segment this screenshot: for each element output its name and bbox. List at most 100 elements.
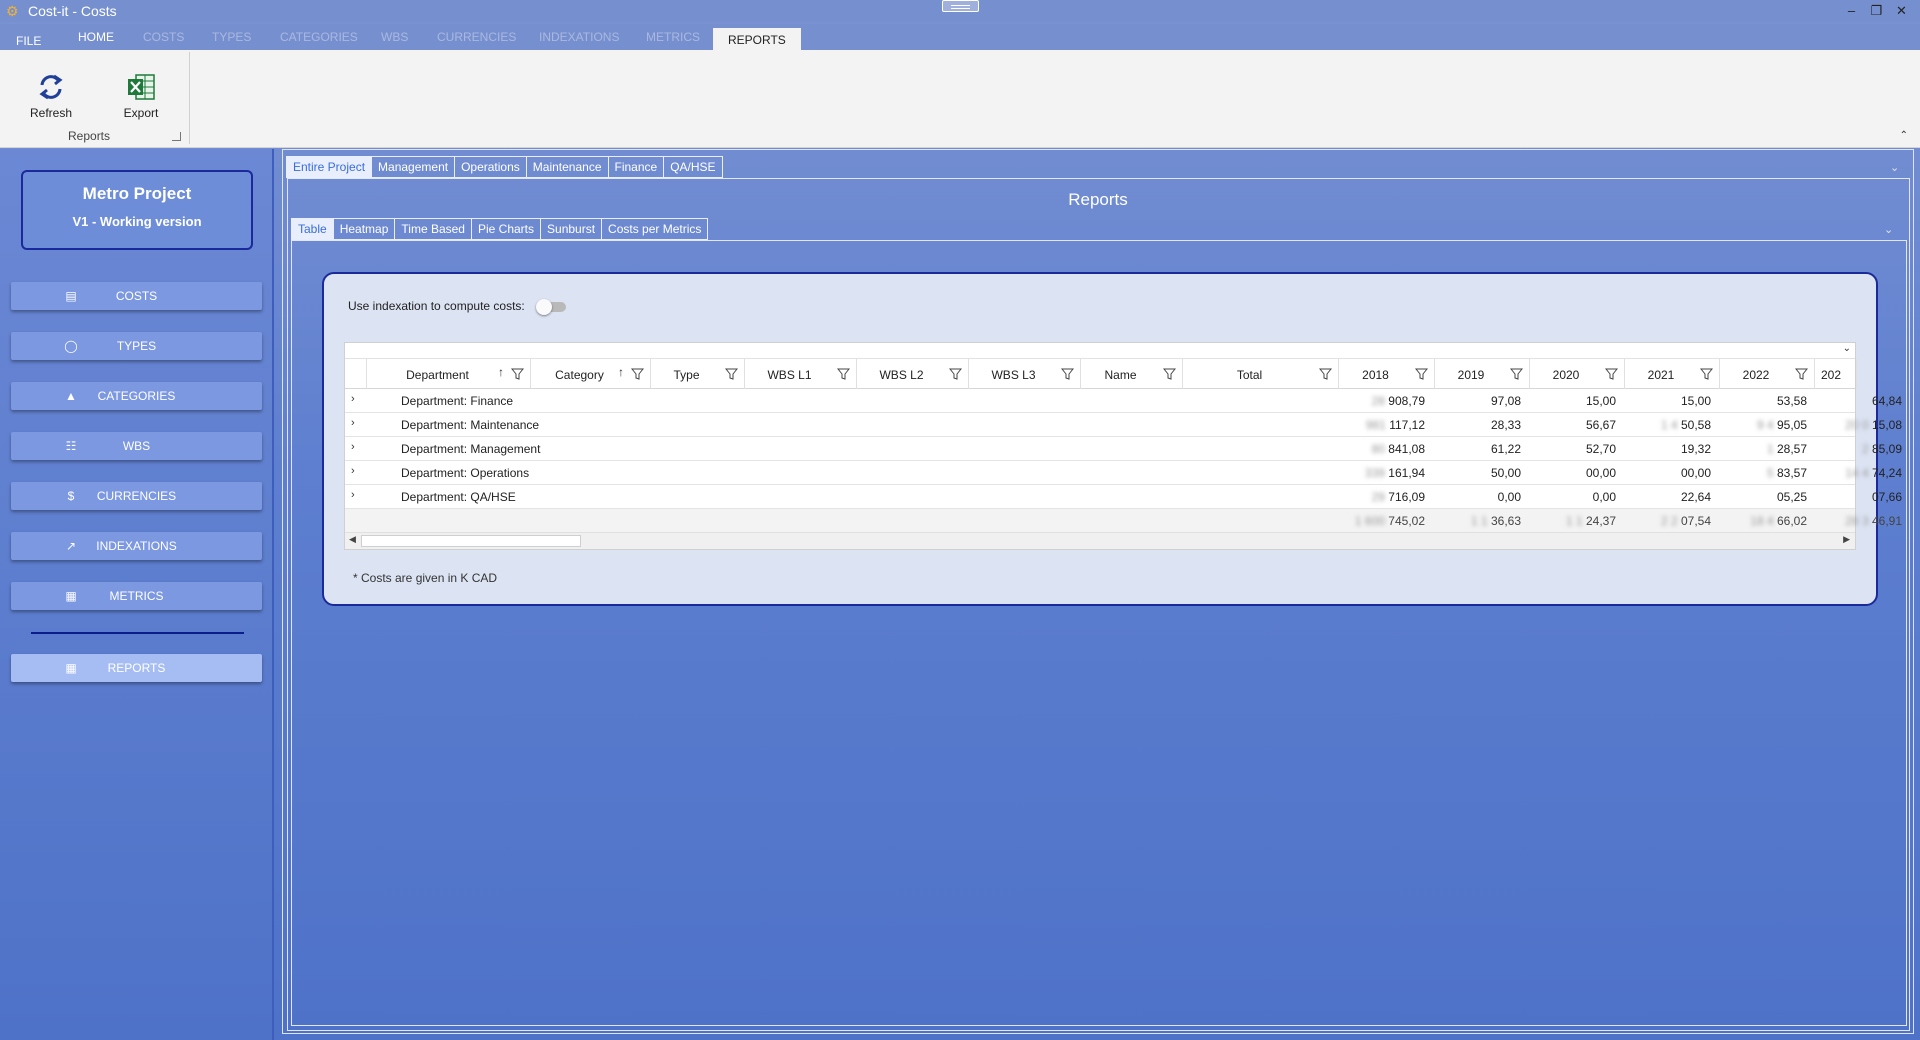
tab-sunburst[interactable]: Sunburst [541,218,603,240]
drag-grip-handle[interactable] [942,0,979,12]
expand-row-chevron-icon[interactable]: › [351,417,355,429]
scroll-left-icon[interactable]: ◀ [349,534,356,545]
filter-icon[interactable] [1509,368,1524,380]
tab-reports[interactable]: REPORTS [713,28,801,50]
window-title: Cost-it - Costs [28,3,117,19]
scroll-right-icon[interactable]: ▶ [1843,534,1850,545]
tab-qa-hse[interactable]: QA/HSE [664,156,723,178]
tab-wbs[interactable]: WBS [381,30,408,44]
nav-costs-button[interactable]: ▤ COSTS [11,282,262,310]
column-header-label: 2022 [1742,368,1770,382]
tab-maintenance[interactable]: Maintenance [526,156,609,178]
chevron-down-icon[interactable]: ⌄ [1843,343,1851,354]
column-header[interactable]: 202 [1815,359,1857,389]
column-header[interactable]: 2019 [1435,359,1530,389]
nav-indexations-button[interactable]: ↗ INDEXATIONS [11,532,262,560]
column-header[interactable]: 2020 [1530,359,1625,389]
refresh-button[interactable]: Refresh [18,70,84,120]
nav-reports-button[interactable]: ▦ REPORTS [11,654,262,682]
tab-table[interactable]: Table [291,218,334,240]
sort-ascending-icon[interactable]: ↑ [618,365,624,379]
tab-home[interactable]: HOME [78,30,114,44]
filter-icon[interactable] [1699,368,1714,380]
tab-types[interactable]: TYPES [212,30,251,44]
tab-file[interactable]: FILE [16,34,41,48]
horizontal-scrollbar[interactable]: ◀ ▶ [345,533,1855,549]
column-header[interactable]: Name [1081,359,1183,389]
row-group-label: Department: Maintenance [401,418,540,432]
sort-ascending-icon[interactable]: ↑ [498,365,504,379]
filter-icon[interactable] [724,368,739,380]
close-button[interactable]: ✕ [1889,2,1914,20]
table-row[interactable]: › Department: Finance 28 908,79 97,08 15,0… [345,389,1902,413]
expand-row-chevron-icon[interactable]: › [351,489,355,501]
table-row[interactable]: › Department: QA/HSE 29 716,09 0,00 0,00 2… [345,485,1902,509]
nav-types-button[interactable]: ◯ TYPES [11,332,262,360]
visible-digits: 46,91 [1871,514,1902,528]
export-button[interactable]: Export [108,70,174,120]
column-header[interactable]: 2018 [1339,359,1435,389]
filter-icon[interactable] [630,368,645,380]
scrollbar-thumb[interactable] [361,535,581,547]
filter-icon[interactable] [510,368,525,380]
column-header[interactable]: Category ↑ [531,359,651,389]
column-header[interactable]: 2021 [1625,359,1720,389]
filter-icon[interactable] [1414,368,1429,380]
tab-finance[interactable]: Finance [608,156,665,178]
tab-costs-per-metrics[interactable]: Costs per Metrics [602,218,709,240]
filter-icon[interactable] [948,368,963,380]
column-header[interactable]: Department ↑ [367,359,531,389]
column-header[interactable]: Type [651,359,745,389]
expand-row-chevron-icon[interactable]: › [351,441,355,453]
expand-row-chevron-icon[interactable]: › [351,465,355,477]
column-header-label: WBS L3 [991,368,1036,382]
column-header[interactable]: 2022 [1720,359,1815,389]
cell-value: 0,00 [1593,490,1616,504]
column-header[interactable]: Total [1183,359,1339,389]
scope-tabs-chevron-icon[interactable]: ⌄ [1890,161,1899,174]
tab-indexations[interactable]: INDEXATIONS [539,30,619,44]
dialog-launcher-icon[interactable] [172,132,181,141]
nav-metrics-button[interactable]: ▦ METRICS [11,582,262,610]
column-header[interactable]: WBS L1 [745,359,857,389]
nav-metrics-label: METRICS [109,589,164,603]
table-row[interactable]: › Department: Management 80 841,08 61,22 5… [345,437,1902,461]
ribbon-group-divider [189,52,190,144]
view-tabs-chevron-icon[interactable]: ⌄ [1884,223,1893,236]
filter-icon[interactable] [1604,368,1619,380]
table-row[interactable]: › Department: Maintenance 981 117,12 28,33… [345,413,1902,437]
project-name: Metro Project [82,184,192,203]
minimize-button[interactable]: – [1839,2,1864,20]
tab-entire-project[interactable]: Entire Project [286,156,373,178]
tab-heatmap[interactable]: Heatmap [333,218,396,240]
restore-button[interactable]: ❐ [1864,2,1889,20]
collapse-ribbon-icon[interactable]: ⌃ [1900,130,1908,141]
expand-row-chevron-icon[interactable]: › [351,393,355,405]
redacted-digits: 1 600 [1354,514,1385,528]
filter-icon[interactable] [1794,368,1809,380]
column-header[interactable]: WBS L3 [969,359,1081,389]
tab-time-based[interactable]: Time Based [395,218,472,240]
nav-currencies-label: CURRENCIES [96,489,177,503]
tab-categories[interactable]: CATEGORIES [280,30,358,44]
nav-wbs-button[interactable]: ☷ WBS [11,432,262,460]
visible-digits: 117,12 [1389,418,1425,432]
filter-icon[interactable] [836,368,851,380]
table-row[interactable]: › Department: Operations 339 161,94 50,00 … [345,461,1902,485]
visible-digits: 50,58 [1680,418,1711,432]
tab-costs[interactable]: COSTS [143,30,184,44]
tab-metrics[interactable]: METRICS [646,30,700,44]
nav-categories-button[interactable]: ▲ CATEGORIES [11,382,262,410]
tab-currencies[interactable]: CURRENCIES [437,30,516,44]
nav-currencies-button[interactable]: $ CURRENCIES [11,482,262,510]
tab-pie-charts[interactable]: Pie Charts [471,218,542,240]
tab-operations[interactable]: Operations [455,156,527,178]
filter-icon[interactable] [1318,368,1333,380]
row-group-label: Department: Finance [401,394,514,408]
column-header[interactable]: WBS L2 [857,359,969,389]
filter-icon[interactable] [1162,368,1177,380]
page-title: Reports [1068,190,1128,209]
indexation-toggle[interactable] [536,299,568,315]
filter-icon[interactable] [1060,368,1075,380]
tab-management[interactable]: Management [372,156,456,178]
